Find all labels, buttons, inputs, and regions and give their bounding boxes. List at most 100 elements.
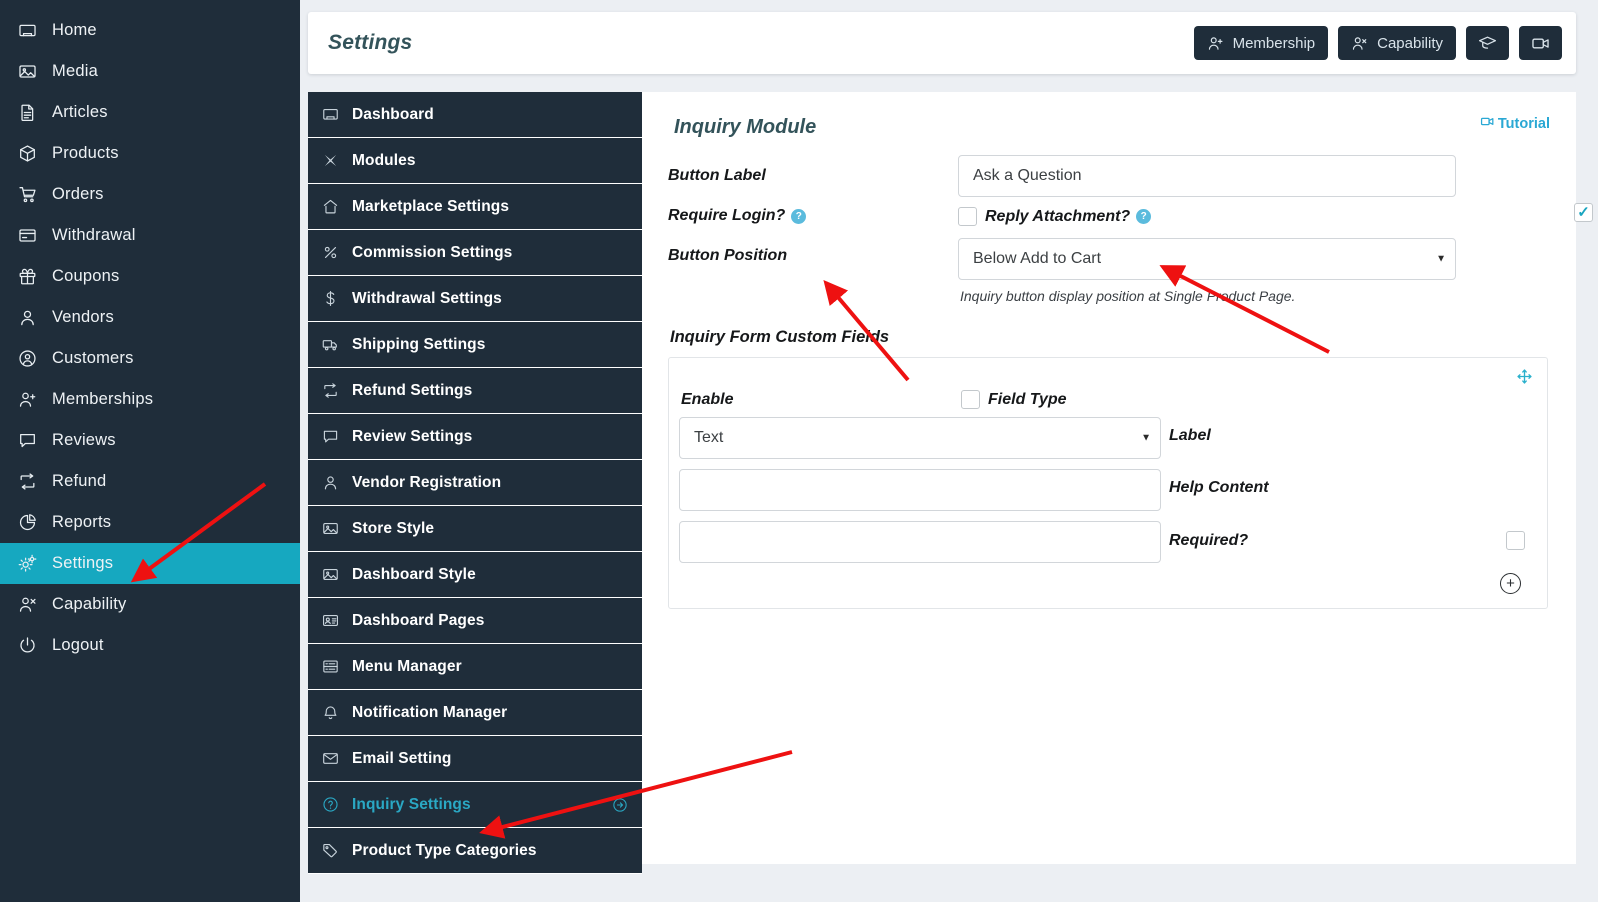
gears-icon (18, 553, 52, 575)
sidebar-item-label: Refund (52, 472, 107, 490)
submenu-item-notification-manager[interactable]: Notification Manager (308, 690, 642, 736)
submenu-item-store-style[interactable]: Store Style (308, 506, 642, 552)
articles-icon (18, 102, 52, 124)
sidebar-item-orders[interactable]: Orders (0, 174, 300, 215)
submenu-item-withdrawal-settings[interactable]: Withdrawal Settings (308, 276, 642, 322)
tutorial-link[interactable]: Tutorial (1480, 114, 1550, 133)
capability-button[interactable]: Capability (1338, 26, 1456, 60)
plus-circle-icon[interactable]: + (1500, 573, 1521, 594)
submenu-item-email-setting[interactable]: Email Setting (308, 736, 642, 782)
panel-title: Inquiry Module (674, 116, 817, 138)
submenu-item-modules[interactable]: Modules (308, 138, 642, 184)
field-row-button-position: Button Position Below Add to Cart ▼ Inqu… (668, 238, 1550, 304)
button-label-input[interactable] (958, 155, 1456, 197)
submenu-item-dashboard-pages[interactable]: Dashboard Pages (308, 598, 642, 644)
home-icon (18, 20, 52, 42)
button-position-select[interactable]: Below Add to Cart (958, 238, 1456, 280)
submenu-item-label: Commission Settings (352, 243, 513, 261)
membership-button[interactable]: Membership (1193, 26, 1329, 60)
user-x-icon (1351, 35, 1368, 52)
sidebar-item-capability[interactable]: Capability (0, 584, 300, 625)
submenu-item-label: Email Setting (352, 749, 452, 767)
help-circle-icon[interactable]: ? (791, 208, 807, 224)
submenu-item-inquiry-settings[interactable]: Inquiry Settings (308, 782, 642, 828)
submenu-item-marketplace-settings[interactable]: Marketplace Settings (308, 184, 642, 230)
button-label-label: Button Label (668, 167, 766, 184)
required-row: Required? (1161, 521, 1525, 550)
refund-arrow-icon (18, 471, 52, 493)
pie-chart-icon (18, 512, 52, 534)
sidebar-item-reviews[interactable]: Reviews (0, 420, 300, 461)
tutorial-graduation-button[interactable] (1466, 26, 1509, 60)
button-position-help-text: Inquiry button display position at Singl… (960, 288, 1296, 304)
reply-attachment-checkbox[interactable]: ✓ (1574, 203, 1593, 222)
id-card-icon (322, 612, 352, 629)
main-sidebar: Home Media Articles Products Orders Withdrawa… (0, 0, 300, 902)
modules-icon (322, 152, 352, 169)
enable-checkbox[interactable] (961, 390, 980, 409)
capability-button-label: Capability (1377, 34, 1443, 52)
sidebar-item-settings[interactable]: Settings (0, 543, 300, 584)
cart-icon (18, 184, 52, 206)
submenu-item-shipping-settings[interactable]: Shipping Settings (308, 322, 642, 368)
submenu-item-product-type-categories[interactable]: Product Type Categories (308, 828, 642, 874)
sidebar-item-label: Memberships (52, 390, 154, 408)
gift-icon (18, 266, 52, 288)
submenu-item-dashboard-style[interactable]: Dashboard Style (308, 552, 642, 598)
sidebar-item-label: Reviews (52, 431, 116, 449)
submenu-item-label: Marketplace Settings (352, 197, 510, 215)
sidebar-item-withdrawal[interactable]: Withdrawal (0, 215, 300, 256)
user-icon (18, 307, 52, 329)
comment-icon (322, 428, 352, 445)
sidebar-item-label: Customers (52, 349, 134, 367)
bell-icon (322, 704, 352, 721)
sidebar-item-label: Products (52, 144, 119, 162)
sidebar-item-articles[interactable]: Articles (0, 92, 300, 133)
sidebar-item-memberships[interactable]: Memberships (0, 379, 300, 420)
sidebar-item-label: Articles (52, 103, 108, 121)
question-circle-icon (322, 796, 352, 813)
submenu-item-review-settings[interactable]: Review Settings (308, 414, 642, 460)
submenu-item-label: Modules (352, 151, 416, 169)
graduation-cap-icon (1478, 34, 1497, 53)
help-circle-icon[interactable]: ? (1136, 209, 1152, 224)
sidebar-item-vendors[interactable]: Vendors (0, 297, 300, 338)
submenu-item-dashboard[interactable]: Dashboard (308, 92, 642, 138)
field-type-select[interactable]: Text (679, 417, 1161, 459)
media-icon (18, 61, 52, 83)
move-handle-icon[interactable] (1516, 368, 1533, 385)
label-control (679, 469, 1161, 511)
required-checkbox[interactable] (1506, 531, 1525, 550)
sidebar-item-logout[interactable]: Logout (0, 625, 300, 666)
sidebar-item-home[interactable]: Home (0, 10, 300, 51)
submenu-item-label: Vendor Registration (352, 473, 502, 491)
custom-fields-title: Inquiry Form Custom Fields (670, 328, 890, 346)
sidebar-item-label: Reports (52, 513, 112, 531)
submenu-item-label: Dashboard Style (352, 565, 476, 583)
sidebar-item-reports[interactable]: Reports (0, 502, 300, 543)
sidebar-item-media[interactable]: Media (0, 51, 300, 92)
video-button[interactable] (1519, 26, 1562, 60)
submenu-item-vendor-registration[interactable]: Vendor Registration (308, 460, 642, 506)
main-area: Settings Membership Capability Dashboard… (300, 0, 1598, 902)
submenu-item-refund-settings[interactable]: Refund Settings (308, 368, 642, 414)
sidebar-item-coupons[interactable]: Coupons (0, 256, 300, 297)
sidebar-item-products[interactable]: Products (0, 133, 300, 174)
arrow-circle-right-icon[interactable] (612, 797, 628, 813)
check-icon: ✓ (1577, 204, 1590, 221)
field-row-require-login: Require Login? ? Reply Attachment? ? ✓ (668, 203, 1593, 226)
help-content-input[interactable] (679, 521, 1161, 563)
label-input[interactable] (679, 469, 1161, 511)
sidebar-item-customers[interactable]: Customers (0, 338, 300, 379)
button-position-select-wrap: Below Add to Cart ▼ (958, 238, 1456, 280)
button-label-control (958, 155, 1550, 197)
video-camera-icon (1531, 34, 1550, 53)
submenu-item-commission-settings[interactable]: Commission Settings (308, 230, 642, 276)
field-type-label: Field Type (988, 390, 1067, 408)
submenu-item-label: Inquiry Settings (352, 795, 471, 813)
submenu-item-menu-manager[interactable]: Menu Manager (308, 644, 642, 690)
sidebar-item-refund[interactable]: Refund (0, 461, 300, 502)
submenu-item-label: Dashboard Pages (352, 611, 485, 629)
require-login-checkbox[interactable] (958, 207, 977, 226)
submenu-item-label: Review Settings (352, 427, 473, 445)
